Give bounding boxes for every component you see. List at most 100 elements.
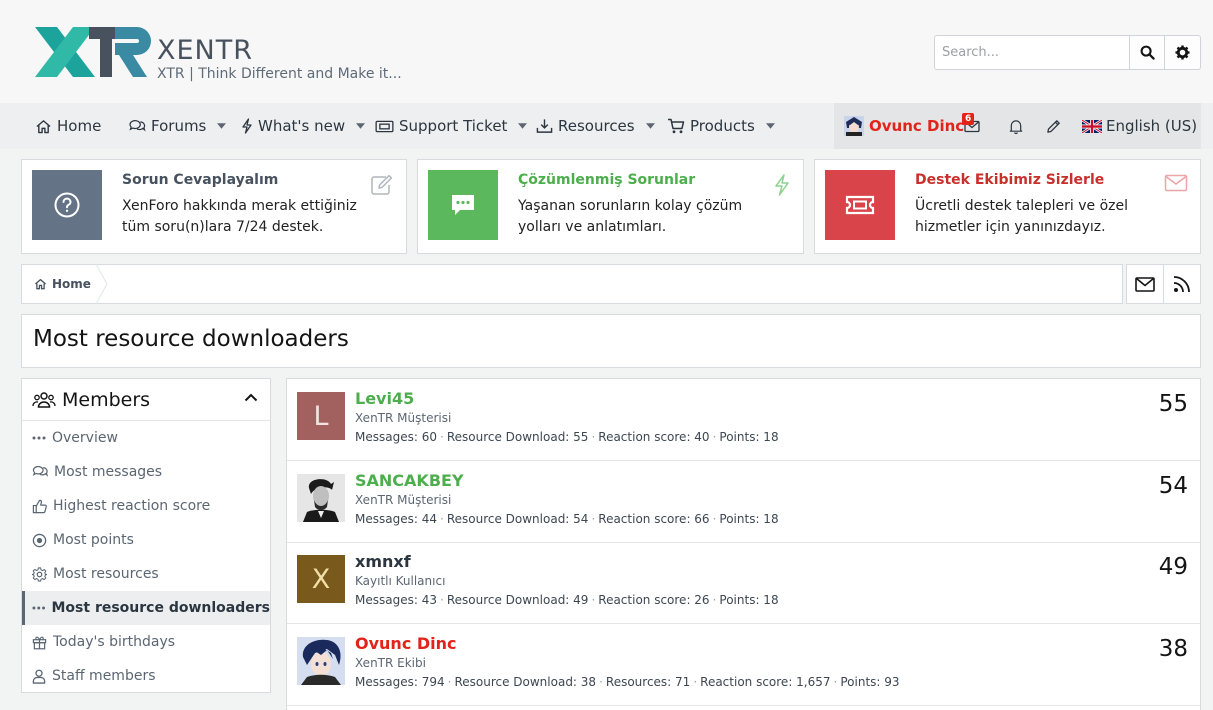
envelope-icon [1164, 174, 1188, 192]
sidebar-item-most-resources[interactable]: Most resources [22, 557, 270, 591]
member-stat: Messages: 43 [355, 593, 437, 607]
avatar-letter: X [311, 563, 331, 595]
breadcrumb-home[interactable]: Home [34, 265, 91, 303]
contact-button[interactable] [1126, 264, 1164, 304]
member-stat: Points: 93 [840, 675, 900, 689]
pencil-icon [1047, 119, 1060, 133]
search-input[interactable] [935, 36, 1129, 69]
page-header: XENTR XTR | Think Different and Make it.… [0, 0, 1213, 103]
member-stat: Resource Download: 54 [446, 512, 589, 526]
sidebar-item-most-points[interactable]: Most points [22, 523, 270, 557]
member-name[interactable]: SANCAKBEY [355, 471, 464, 490]
sidebar-item-label: Overview [52, 430, 118, 446]
nav-whats-new-label: What's new [258, 117, 346, 135]
nav-resources-label: Resources [558, 117, 635, 135]
download-count: 38 [1158, 636, 1188, 662]
user-nav: Ovunc Dinc 6 English (US) [834, 103, 1201, 149]
ticket-icon [375, 120, 394, 132]
notice-card-solved[interactable]: Çözümlenmiş Sorunlar Yaşanan sorunların … [417, 159, 804, 254]
sidebar-title: Members [62, 388, 151, 411]
notice-text: XenForo hakkında merak ettiğiniz tüm sor… [122, 198, 357, 235]
member-stats: Messages: 794 · Resource Download: 38 · Reso… [355, 675, 900, 689]
nav-home-label: Home [57, 117, 102, 135]
notice-icon-box [825, 170, 895, 240]
nav-support-ticket[interactable]: Support Ticket [375, 103, 528, 149]
site-tagline: XTR | Think Different and Make it... [157, 66, 402, 82]
nav-home[interactable]: Home [35, 103, 101, 149]
sidebar-item-todays-birthdays[interactable]: Today's birthdays [22, 625, 270, 659]
user-icon [32, 669, 46, 684]
question-circle-icon [54, 192, 80, 218]
sidebar-item-overview[interactable]: Overview [22, 421, 270, 455]
nav-resources[interactable]: Resources [536, 103, 655, 149]
members-sidebar: Members Overview Most messages Highest r… [21, 378, 271, 693]
member-name[interactable]: Levi45 [355, 389, 414, 408]
edit-icon [371, 174, 393, 195]
avatar-image [297, 637, 345, 685]
nav-products[interactable]: Products [667, 103, 775, 149]
member-stat: Points: 18 [719, 430, 779, 444]
member-stat: Resource Download: 49 [446, 593, 589, 607]
avatar[interactable] [297, 474, 345, 522]
notice-card-questions[interactable]: Sorun Cevaplayalım XenForo hakkında mera… [21, 159, 407, 254]
user-account-link[interactable]: Ovunc Dinc [844, 103, 964, 149]
sidebar-item-label: Most resource downloaders [51, 600, 271, 616]
nav-whats-new[interactable]: What's new [241, 103, 366, 149]
member-name[interactable]: Ovunc Dinc [355, 634, 457, 653]
alerts-button[interactable] [1009, 103, 1023, 149]
compose-button[interactable] [1046, 103, 1061, 149]
sidebar-item-label: Most resources [53, 566, 159, 582]
ticket-icon [845, 195, 875, 215]
language-selector[interactable]: English (US) [1082, 103, 1197, 149]
site-logo[interactable]: XENTR XTR | Think Different and Make it.… [31, 23, 402, 85]
avatar[interactable] [297, 637, 345, 685]
avatar[interactable]: X [297, 555, 345, 603]
member-row: L Levi45 XenTR Müşterisi Messages: 60 · Re… [287, 379, 1200, 461]
download-count: 54 [1158, 473, 1188, 499]
breadcrumb-separator [96, 264, 108, 304]
notice-icon-box [428, 170, 498, 240]
thumbs-up-icon [32, 499, 47, 513]
page-title-box: Most resource downloaders [21, 314, 1201, 368]
nav-support-ticket-label: Support Ticket [399, 117, 508, 135]
avatar[interactable]: L [297, 392, 345, 440]
breadcrumb-home-label: Home [52, 277, 91, 291]
notice-card-support[interactable]: Destek Ekibimiz Sizlerle Ücretli destek … [814, 159, 1201, 254]
xtr-logo-mark [35, 27, 151, 77]
rss-button[interactable] [1163, 264, 1201, 304]
member-title: XenTR Müşterisi [355, 411, 452, 425]
dots-icon [32, 606, 46, 610]
site-title: XENTR [157, 35, 254, 66]
users-icon [32, 391, 56, 408]
member-title: XenTR Ekibi [355, 656, 426, 670]
uk-flag-icon [1082, 119, 1102, 133]
sidebar-item-staff-members[interactable]: Staff members [22, 659, 270, 693]
search-button[interactable] [1129, 35, 1165, 70]
chevron-down-icon [217, 123, 227, 129]
sidebar-item-most-messages[interactable]: Most messages [22, 455, 270, 489]
search-settings-button[interactable] [1165, 35, 1201, 70]
sidebar-header[interactable]: Members [22, 379, 270, 421]
notice-title: Sorun Cevaplayalım [122, 172, 279, 188]
sidebar-item-label: Most messages [54, 464, 163, 480]
sidebar-item-most-resource-downloaders[interactable]: Most resource downloaders [22, 591, 270, 625]
inbox-badge: 6 [962, 113, 975, 125]
envelope-icon [1135, 276, 1155, 292]
nav-forums[interactable]: Forums [128, 103, 227, 149]
member-list: L Levi45 XenTR Müşterisi Messages: 60 · Re… [286, 378, 1201, 710]
chevron-up-icon[interactable] [244, 393, 258, 402]
notice-title: Destek Ekibimiz Sizlerle [915, 172, 1105, 188]
search-box[interactable] [934, 35, 1130, 70]
member-stat: Messages: 794 [355, 675, 445, 689]
sidebar-item-label: Most points [53, 532, 134, 548]
chevron-down-icon [645, 123, 655, 129]
member-stat: Points: 18 [719, 512, 779, 526]
sidebar-item-highest-reaction-score[interactable]: Highest reaction score [22, 489, 270, 523]
page-title: Most resource downloaders [33, 326, 349, 352]
bolt-icon [242, 118, 252, 134]
member-stat: Points: 18 [719, 593, 779, 607]
member-name[interactable]: xmnxf [355, 552, 411, 571]
inbox-button[interactable] [964, 103, 980, 149]
home-icon [35, 279, 46, 290]
user-name: Ovunc Dinc [869, 117, 965, 135]
